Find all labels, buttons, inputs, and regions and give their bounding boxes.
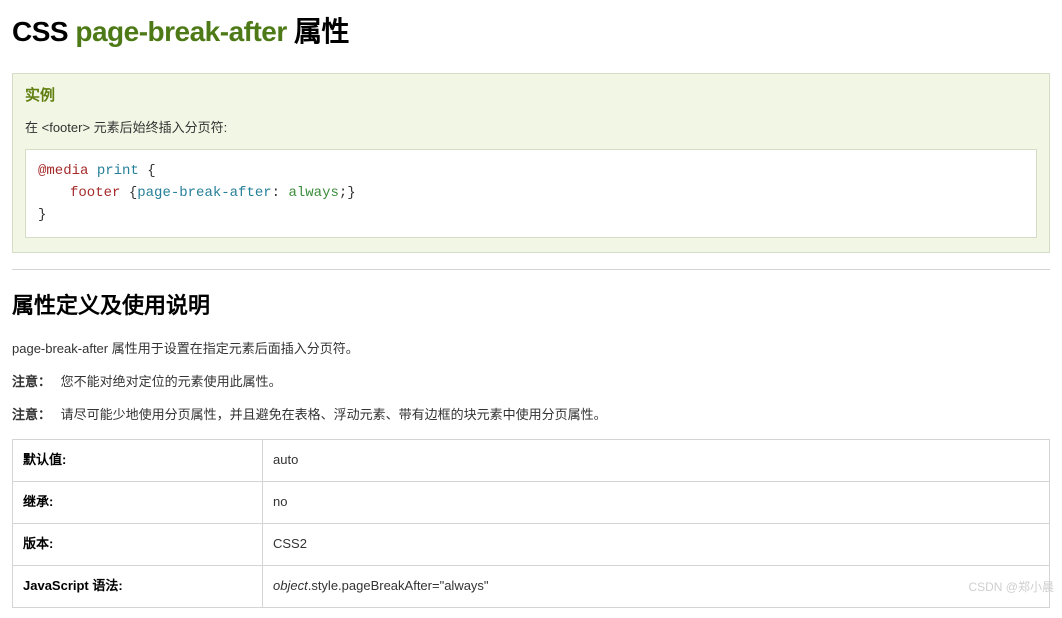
table-label: 继承: [13, 482, 263, 524]
section-heading: 属性定义及使用说明 [12, 288, 1050, 323]
table-value: auto [263, 440, 1050, 482]
code-block: @media print { footer {page-break-after:… [25, 149, 1037, 238]
js-rest: .style.pageBreakAfter="always" [308, 578, 489, 593]
code-brace-close: } [38, 207, 46, 223]
page-title: CSS page-break-after 属性 [12, 10, 1050, 55]
table-row: 版本: CSS2 [13, 523, 1050, 565]
js-object: object [273, 578, 308, 593]
title-prefix: CSS [12, 16, 68, 47]
divider [12, 269, 1050, 270]
title-suffix: 属性 [294, 16, 349, 47]
example-heading: 实例 [25, 84, 1037, 108]
example-box: 实例 在 <footer> 元素后始终插入分页符: @media print {… [12, 73, 1050, 253]
table-row: 继承: no [13, 482, 1050, 524]
title-highlight: page-break-after [75, 16, 286, 47]
note-label: 注意： [12, 407, 51, 422]
table-label: 版本: [13, 523, 263, 565]
table-value: no [263, 482, 1050, 524]
table-label: 默认值: [13, 440, 263, 482]
table-row: 默认值: auto [13, 440, 1050, 482]
property-table: 默认值: auto 继承: no 版本: CSS2 JavaScript 语法:… [12, 439, 1050, 607]
note-label: 注意： [12, 374, 51, 389]
table-value: CSS2 [263, 523, 1050, 565]
intro-text: page-break-after 属性用于设置在指定元素后面插入分页符。 [12, 339, 1050, 360]
code-selector: footer [70, 185, 120, 201]
code-print: print [97, 163, 139, 179]
note-text: 请尽可能少地使用分页属性，并且避免在表格、浮动元素、带有边框的块元素中使用分页属… [61, 407, 607, 422]
example-description: 在 <footer> 元素后始终插入分页符: [25, 118, 1037, 139]
code-brace-open: { [147, 163, 155, 179]
note-1: 注意： 请尽可能少地使用分页属性，并且避免在表格、浮动元素、带有边框的块元素中使… [12, 405, 1050, 426]
code-prop: page-break-after [137, 185, 271, 201]
note-0: 注意： 您不能对绝对定位的元素使用此属性。 [12, 372, 1050, 393]
note-text: 您不能对绝对定位的元素使用此属性。 [61, 374, 282, 389]
code-val: always [288, 185, 338, 201]
code-at: @media [38, 163, 88, 179]
